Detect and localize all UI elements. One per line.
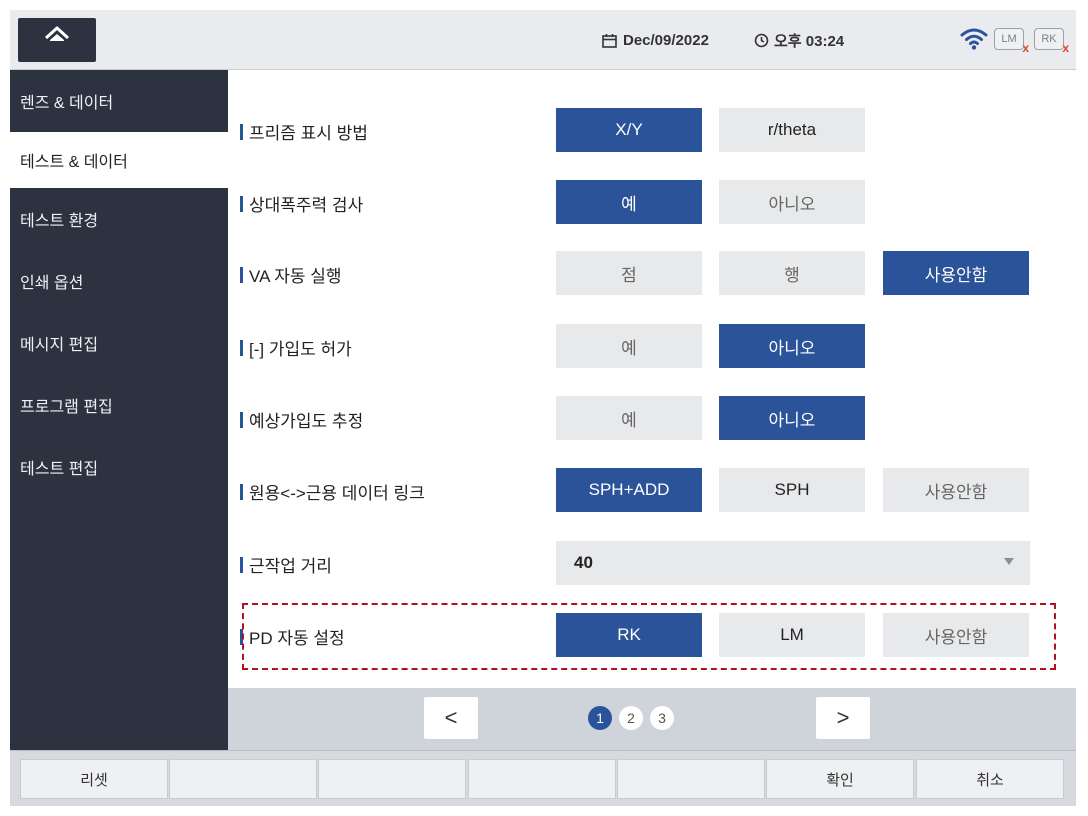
empty-button[interactable] [318,759,466,799]
time-text: 오후 03:24 [774,32,845,50]
page-1[interactable]: 1 [588,706,612,730]
option-no-button[interactable]: 아니오 [719,396,865,440]
calendar-icon [602,33,617,48]
setting-label-text: PD 자동 설정 [249,629,345,648]
sidebar-item-lens-data[interactable]: 렌즈 & 데이터 [10,70,228,132]
time-display: 오후 03:24 [754,30,844,50]
setting-label: PD 자동 설정 [240,624,345,649]
near-distance-select[interactable]: 40 [556,541,1030,585]
select-value: 40 [574,553,593,572]
setting-row-near-work-distance: 근작업 거리 40 [228,538,1076,588]
setting-label-text: 원용<->근용 데이터 링크 [249,484,425,503]
option-disabled-button[interactable]: 사용안함 [883,468,1029,512]
clock-icon [754,33,769,48]
sidebar-item-label: 테스트 환경 [20,213,99,230]
sidebar: 렌즈 & 데이터 테스트 & 데이터 테스트 환경 인쇄 옵션 메시지 편집 프… [10,70,228,750]
setting-label-text: 근작업 거리 [249,557,332,576]
home-button[interactable] [18,18,96,62]
option-xy-button[interactable]: X/Y [556,108,702,152]
lm-badge-label: LM [1001,33,1017,45]
bottom-bar: 리셋 확인 취소 [10,750,1076,806]
setting-label-text: [-] 가입도 허가 [249,340,352,359]
date-display: Dec/09/2022 [602,30,709,50]
sidebar-item-print-options[interactable]: 인쇄 옵션 [10,250,228,312]
sidebar-item-test-environment[interactable]: 테스트 환경 [10,188,228,250]
rk-status-badge: RK x [1034,28,1069,55]
option-yes-button[interactable]: 예 [556,180,702,224]
empty-button[interactable] [617,759,765,799]
setting-row-va-auto-run: VA 자동 실행 점 행 사용안함 [228,248,1076,298]
sidebar-item-label: 렌즈 & 데이터 [20,95,114,112]
option-r-theta-button[interactable]: r/theta [719,108,865,152]
setting-row-relative-convergence: 상대폭주력 검사 예 아니오 [228,177,1076,227]
empty-button[interactable] [169,759,317,799]
chevron-right-icon: > [836,705,850,730]
rk-badge-label: RK [1041,33,1057,45]
setting-label: VA 자동 실행 [240,262,341,287]
option-sph-add-button[interactable]: SPH+ADD [556,468,702,512]
option-row-button[interactable]: 행 [719,251,865,295]
page-2[interactable]: 2 [619,706,643,730]
sidebar-item-label: 프로그램 편집 [20,399,113,416]
wifi-icon [960,26,988,57]
top-bar: Dec/09/2022 오후 03:24 LM x RK x [10,10,1076,70]
option-yes-button[interactable]: 예 [556,324,702,368]
next-page-button[interactable]: > [816,697,870,739]
setting-row-pd-auto: PD 자동 설정 RK LM 사용안함 [228,610,1076,660]
disconnected-icon: x [1062,41,1069,55]
sidebar-item-edit-message[interactable]: 메시지 편집 [10,312,228,374]
setting-label: 예상가입도 추정 [240,407,363,432]
confirm-button[interactable]: 확인 [766,759,914,799]
setting-label-text: 상대폭주력 검사 [249,196,364,215]
chevron-left-icon: < [444,705,458,730]
option-disabled-button[interactable]: 사용안함 [883,251,1029,295]
page-3[interactable]: 3 [650,706,674,730]
disconnected-icon: x [1022,41,1029,55]
setting-label: 프리즘 표시 방법 [240,119,368,144]
setting-row-negative-add: [-] 가입도 허가 예 아니오 [228,321,1076,371]
lm-status-badge: LM x [994,28,1029,55]
setting-label: [-] 가입도 허가 [240,335,352,360]
cancel-button[interactable]: 취소 [916,759,1064,799]
option-rk-button[interactable]: RK [556,613,702,657]
pagination-bar: < 1 2 3 > [228,688,1076,750]
setting-row-far-near-link: 원용<->근용 데이터 링크 SPH+ADD SPH 사용안함 [228,465,1076,515]
previous-page-button[interactable]: < [424,697,478,739]
sidebar-item-label: 테스트 & 데이터 [20,154,128,171]
app-window: Dec/09/2022 오후 03:24 LM x RK x 렌즈 & 데이터 … [0,0,1088,816]
setting-label-text: 프리즘 표시 방법 [249,124,368,143]
setting-label-text: VA 자동 실행 [249,267,342,286]
reset-button[interactable]: 리셋 [20,759,168,799]
sidebar-item-edit-test[interactable]: 테스트 편집 [10,436,228,498]
settings-panel: 프리즘 표시 방법 X/Y r/theta 상대폭주력 검사 예 아니오 VA … [228,70,1076,688]
setting-row-estimated-add: 예상가입도 추정 예 아니오 [228,393,1076,443]
dropdown-arrow-icon [1004,558,1014,565]
date-text: Dec/09/2022 [623,31,709,49]
setting-label: 원용<->근용 데이터 링크 [240,479,425,504]
option-no-button[interactable]: 아니오 [719,324,865,368]
sidebar-item-test-data[interactable]: 테스트 & 데이터 [10,132,228,188]
option-no-button[interactable]: 아니오 [719,180,865,224]
sidebar-item-label: 테스트 편집 [20,461,99,478]
option-dot-button[interactable]: 점 [556,251,702,295]
option-lm-button[interactable]: LM [719,613,865,657]
option-yes-button[interactable]: 예 [556,396,702,440]
setting-label-text: 예상가입도 추정 [249,412,364,431]
setting-row-prism-display: 프리즘 표시 방법 X/Y r/theta [228,105,1076,155]
setting-label: 상대폭주력 검사 [240,191,363,216]
option-disabled-button[interactable]: 사용안함 [883,613,1029,657]
sidebar-item-edit-program[interactable]: 프로그램 편집 [10,374,228,436]
empty-button[interactable] [468,759,616,799]
setting-label: 근작업 거리 [240,552,332,577]
sidebar-item-label: 인쇄 옵션 [20,275,84,292]
home-icon [43,26,71,55]
option-sph-button[interactable]: SPH [719,468,865,512]
sidebar-item-label: 메시지 편집 [20,337,99,354]
